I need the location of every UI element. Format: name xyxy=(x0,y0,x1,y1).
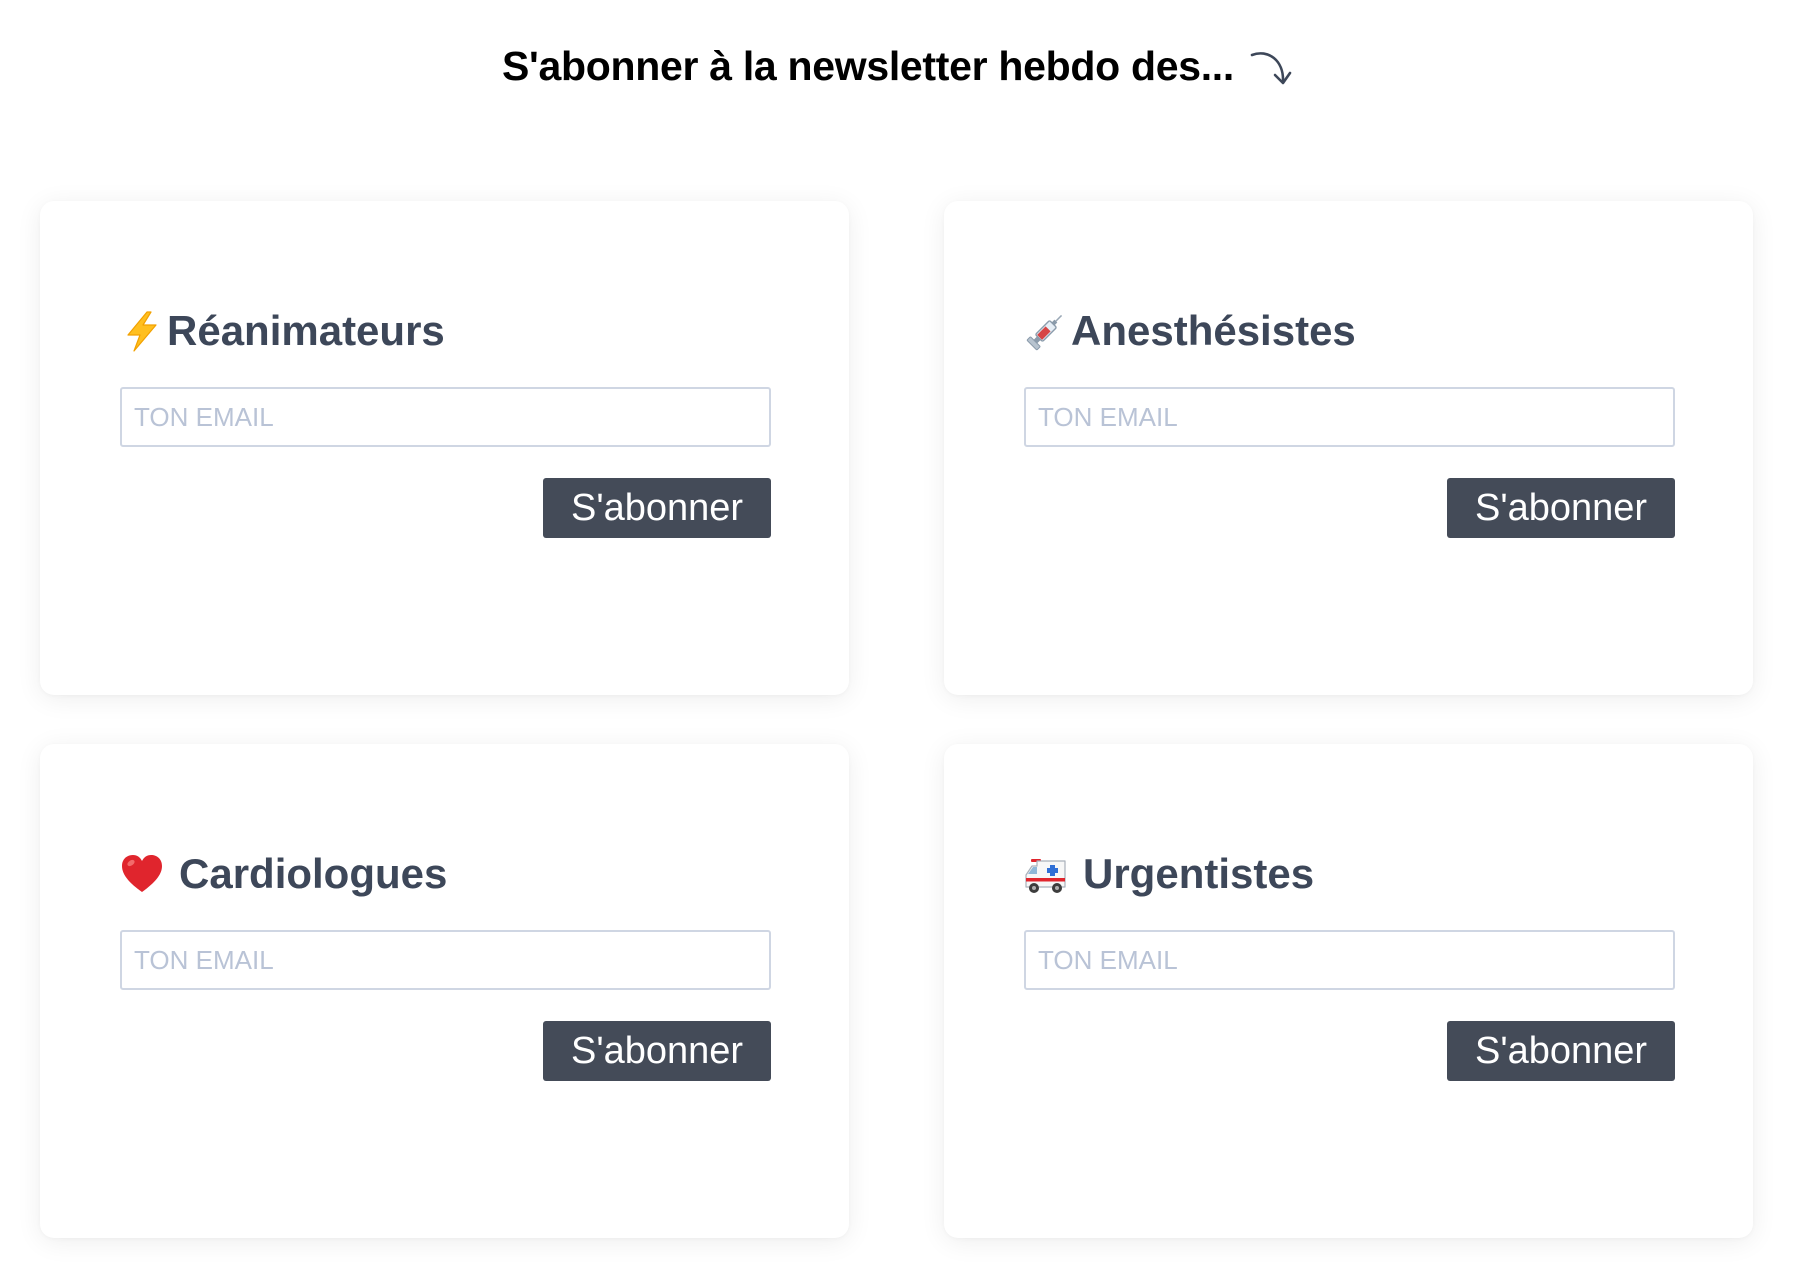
ambulance-icon xyxy=(1025,859,1066,893)
subscribe-button[interactable]: S'abonner xyxy=(543,478,771,538)
card-title-label: Cardiologues xyxy=(179,850,448,897)
newsletter-card-reanimateurs: Réanimateurs S'abonner xyxy=(40,201,849,695)
syringe-icon xyxy=(1026,314,1063,351)
page-header: S'abonner à la newsletter hebdo des... xyxy=(0,36,1796,96)
card-title-label: Réanimateurs xyxy=(167,307,445,354)
subscribe-button[interactable]: S'abonner xyxy=(1447,478,1675,538)
email-input[interactable] xyxy=(1024,930,1675,990)
card-title-label: Anesthésistes xyxy=(1071,307,1356,354)
subscribe-button[interactable]: S'abonner xyxy=(543,1021,771,1081)
page-title: S'abonner à la newsletter hebdo des... xyxy=(502,42,1234,89)
email-input[interactable] xyxy=(120,387,771,447)
lightning-icon xyxy=(127,311,157,352)
newsletter-card-anesthesistes: Anesthésistes S'abonner xyxy=(944,201,1753,695)
email-input[interactable] xyxy=(1024,387,1675,447)
newsletter-card-urgentistes: Urgentistes S'abonner xyxy=(944,744,1753,1238)
newsletter-card-cardiologues: Cardiologues S'abonner xyxy=(40,744,849,1238)
email-input[interactable] xyxy=(120,930,771,990)
curved-arrow-down-right-icon xyxy=(1250,52,1292,85)
card-title: Anesthésistes xyxy=(1023,303,1356,359)
card-title: Réanimateurs xyxy=(119,303,445,359)
card-title: Cardiologues xyxy=(119,846,447,902)
subscribe-button[interactable]: S'abonner xyxy=(1447,1021,1675,1081)
red-heart-icon xyxy=(122,855,162,892)
card-title: Urgentistes xyxy=(1023,846,1314,902)
card-title-label: Urgentistes xyxy=(1083,850,1315,897)
